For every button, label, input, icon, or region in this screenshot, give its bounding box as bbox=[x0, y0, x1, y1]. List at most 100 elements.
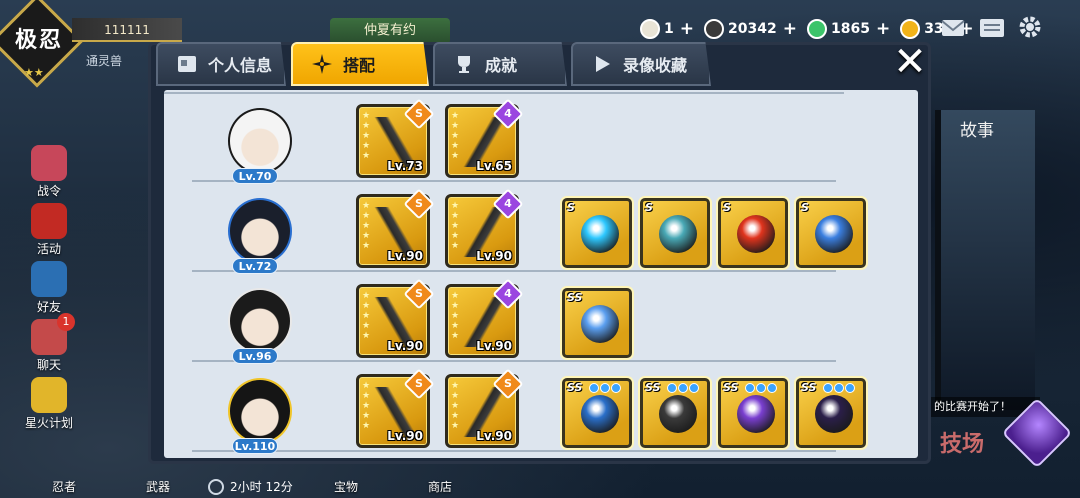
treasure-grade: SS bbox=[645, 381, 661, 394]
treasure-art bbox=[815, 215, 853, 253]
weapon-grade-text: 4 bbox=[504, 197, 512, 210]
gold-pin-icon bbox=[900, 19, 921, 39]
weapon-level: Lv.90 bbox=[387, 249, 423, 263]
upgrade-orbs-icon bbox=[823, 383, 855, 393]
resource-coin[interactable]: 20342 + bbox=[704, 19, 797, 39]
weapon-grade-text: S bbox=[504, 377, 512, 390]
clock-icon bbox=[208, 478, 224, 495]
ninja-level-badge: Lv.70 bbox=[232, 168, 278, 184]
settings-gear-icon[interactable] bbox=[1018, 15, 1042, 43]
tab-label: 搭配 bbox=[343, 56, 376, 75]
add-resource-button[interactable]: + bbox=[680, 19, 694, 39]
treasure-art bbox=[581, 395, 619, 433]
treasure-grade: S bbox=[801, 201, 809, 214]
story-panel[interactable] bbox=[935, 110, 1035, 410]
weapon-card[interactable]: ★ ★ ★ ★ ★ S Lv.90 bbox=[356, 278, 435, 358]
trophy-icon bbox=[453, 53, 475, 75]
resource-rice-ball[interactable]: 1 + bbox=[640, 19, 694, 39]
tab-lineup[interactable]: 搭配 bbox=[291, 42, 429, 86]
treasure-card[interactable]: SS bbox=[640, 378, 710, 448]
treasure-card[interactable]: SS bbox=[562, 288, 632, 358]
side-menu-label: 星火计划 bbox=[24, 416, 73, 430]
coin-icon bbox=[704, 19, 724, 39]
treasure-card[interactable]: S bbox=[562, 198, 632, 268]
countdown-timer: 2小时 12分 bbox=[208, 478, 293, 495]
treasure-card[interactable]: S bbox=[718, 198, 788, 268]
ninja-avatar-blue-ribbon-girl[interactable] bbox=[228, 198, 292, 264]
tab-label: 成就 bbox=[485, 56, 518, 75]
weapon-card[interactable]: ★ ★ ★ ★ ★ 4 Lv.65 bbox=[445, 98, 524, 178]
tab-label: 录像收藏 bbox=[623, 56, 688, 75]
resource-jade[interactable]: 1865 + bbox=[806, 19, 890, 39]
tab-replays[interactable]: 录像收藏 bbox=[571, 42, 711, 86]
event-banner[interactable]: 仲夏有约 bbox=[330, 18, 450, 44]
side-menu-item[interactable]: 活动 bbox=[18, 203, 80, 257]
treasure-art bbox=[737, 395, 775, 433]
tab-profile[interactable]: 个人信息 bbox=[156, 42, 286, 86]
weapon-card[interactable]: ★ ★ ★ ★ ★ S Lv.90 bbox=[356, 188, 435, 268]
bottom-nav-item[interactable]: 宝物 bbox=[334, 478, 358, 495]
close-button[interactable]: ✕ bbox=[886, 40, 934, 84]
treasure-grade: SS bbox=[723, 381, 739, 394]
weapon-level: Lv.90 bbox=[476, 339, 512, 353]
add-resource-button[interactable]: + bbox=[783, 19, 797, 39]
ninja-avatar-duck-hair-girl[interactable] bbox=[228, 378, 292, 444]
star-rating-icon: ★ ★ ★ ★ ★ bbox=[451, 201, 460, 251]
bottom-nav-item[interactable]: 武器 bbox=[146, 478, 170, 495]
star-rating-icon: ★ ★ ★ ★ ★ bbox=[362, 291, 371, 341]
jade-icon bbox=[806, 19, 827, 39]
treasure-grade: S bbox=[645, 201, 653, 214]
weapon-card[interactable]: ★ ★ ★ ★ ★ 4 Lv.90 bbox=[445, 278, 524, 358]
weapon-card[interactable]: ★ ★ ★ ★ ★ 4 Lv.90 bbox=[445, 188, 524, 268]
star-rating-icon: ★ ★ ★ ★ ★ bbox=[451, 111, 460, 161]
announcement-icon[interactable] bbox=[978, 16, 1006, 44]
lineup-list[interactable]: Lv.70 ★ ★ ★ ★ ★ S Lv.73 ★ ★ ★ ★ ★ 4 Lv.65 Lv.72 ★ ★ ★ ★ ★ S Lv… bbox=[164, 90, 918, 458]
ninja-level-badge: Lv.96 bbox=[232, 348, 278, 364]
torii-gate-icon bbox=[31, 203, 67, 239]
treasure-grade: S bbox=[723, 201, 731, 214]
weapon-card[interactable]: ★ ★ ★ ★ ★ S Lv.73 bbox=[356, 98, 435, 178]
ninja-level-badge: Lv.72 bbox=[232, 258, 278, 274]
battle-pass-icon bbox=[31, 145, 67, 181]
side-menu-item[interactable]: 星火计划 bbox=[18, 377, 80, 431]
star-rating-icon: ★ ★ ★ ★ ★ bbox=[362, 381, 371, 431]
profile-card-icon bbox=[176, 53, 198, 75]
weapon-level: Lv.65 bbox=[476, 159, 512, 173]
player-name[interactable]: 111111 bbox=[72, 18, 182, 42]
chat-icon: 1 bbox=[31, 313, 75, 355]
weapon-level: Lv.73 bbox=[387, 159, 423, 173]
bottom-nav-item[interactable]: 忍者 bbox=[52, 478, 76, 495]
arena-title[interactable]: 技场 bbox=[940, 426, 984, 458]
star-rating-icon: ★ ★ ★ ★ ★ bbox=[451, 381, 460, 431]
star-rating-icon: ★ ★ ★ ★ ★ bbox=[451, 291, 460, 341]
resource-value: 20342 bbox=[728, 21, 777, 37]
tab-achievements[interactable]: 成就 bbox=[433, 42, 567, 86]
treasure-grade: SS bbox=[801, 381, 817, 394]
upgrade-orbs-icon bbox=[745, 383, 777, 393]
weapon-card[interactable]: ★ ★ ★ ★ ★ S Lv.90 bbox=[445, 368, 524, 448]
weapon-level: Lv.90 bbox=[476, 429, 512, 443]
treasure-grade: SS bbox=[567, 381, 583, 394]
side-menu-item[interactable]: 战令 bbox=[18, 145, 80, 199]
add-resource-button[interactable]: + bbox=[876, 19, 890, 39]
treasure-card[interactable]: SS bbox=[796, 378, 866, 448]
mail-icon[interactable] bbox=[941, 18, 965, 42]
ninja-avatar-panda-ninja[interactable] bbox=[228, 108, 292, 174]
weapon-grade-text: S bbox=[415, 377, 423, 390]
resource-value: 1865 bbox=[830, 21, 870, 37]
timer-text: 2小时 12分 bbox=[230, 480, 293, 494]
weapon-card[interactable]: ★ ★ ★ ★ ★ S Lv.90 bbox=[356, 368, 435, 448]
side-menu-item[interactable]: 1 聊天 bbox=[18, 313, 80, 373]
treasure-card[interactable]: SS bbox=[562, 378, 632, 448]
weapon-grade-text: S bbox=[415, 107, 423, 120]
side-menu-item[interactable]: 好友 bbox=[18, 261, 80, 315]
shuriken-icon bbox=[311, 53, 333, 75]
treasure-card[interactable]: S bbox=[640, 198, 710, 268]
bottom-nav-item[interactable]: 商店 bbox=[428, 478, 452, 495]
ninja-avatar-fox-mask-ninja[interactable] bbox=[228, 288, 292, 354]
bottom-nav: 忍者 武器 宝物 商店 bbox=[0, 462, 1080, 498]
side-menu-label: 战令 bbox=[36, 184, 61, 198]
treasure-card[interactable]: S bbox=[796, 198, 866, 268]
weapon-grade-text: S bbox=[415, 197, 423, 210]
treasure-card[interactable]: SS bbox=[718, 378, 788, 448]
